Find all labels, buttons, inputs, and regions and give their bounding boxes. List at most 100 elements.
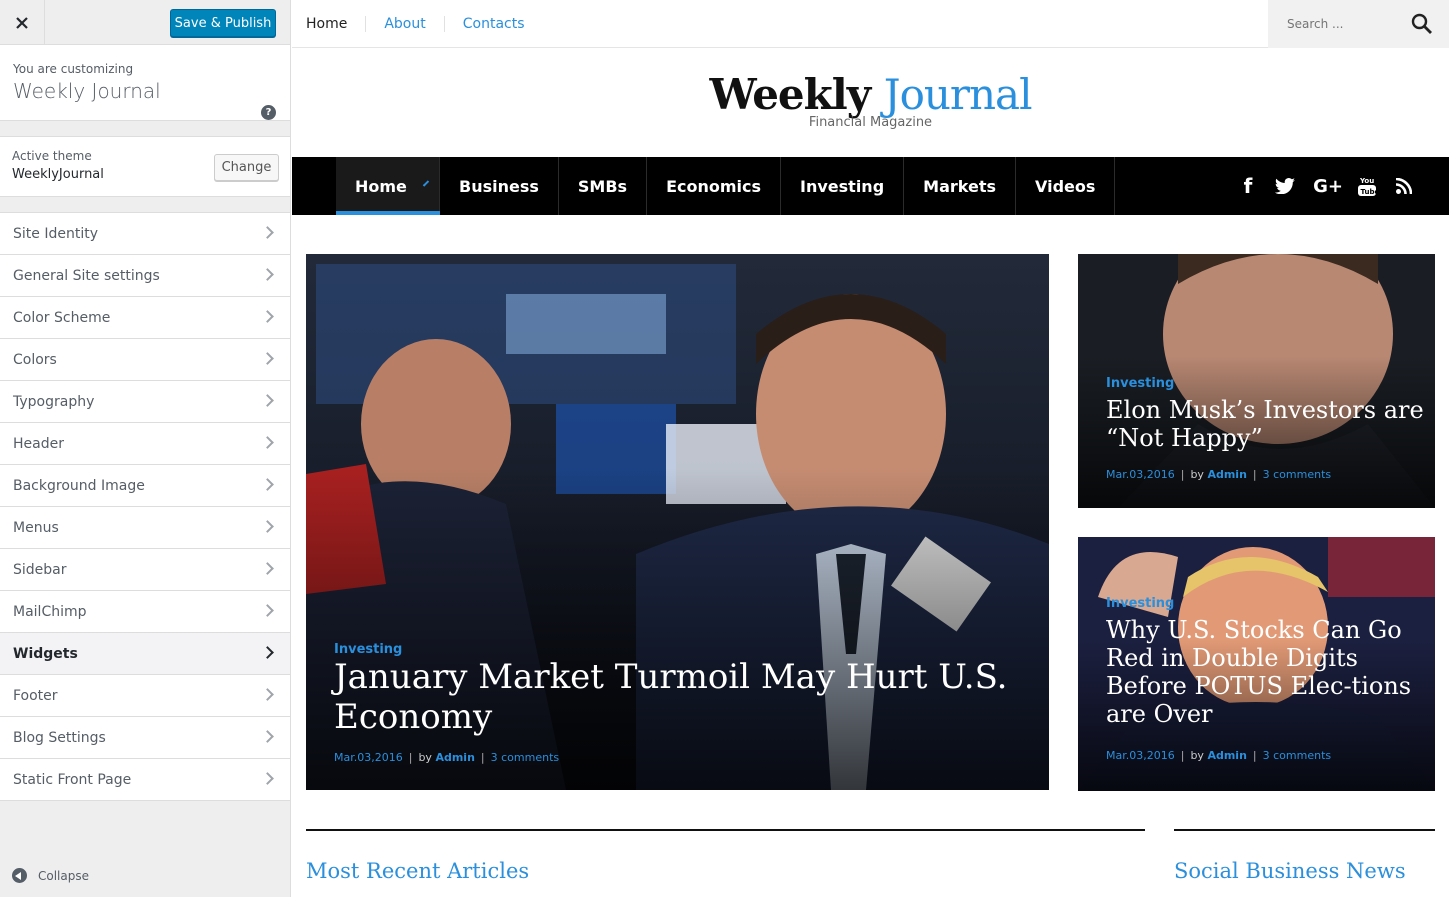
site-tagline: Financial Magazine xyxy=(808,115,933,130)
customizer-sections: Site Identity General Site settings Colo… xyxy=(0,212,290,801)
article-category[interactable]: Investing xyxy=(1106,376,1174,391)
article-meta: Mar.03,2016 | by Admin | 3 comments xyxy=(334,751,560,764)
chevron-right-icon xyxy=(261,562,274,575)
article-comments[interactable]: 3 comments xyxy=(1263,468,1332,481)
section-label: Blog Settings xyxy=(13,729,106,746)
close-icon[interactable] xyxy=(0,0,45,45)
article-title[interactable]: January Market Turmoil May Hurt U.S. Eco… xyxy=(334,657,1024,738)
nav-videos[interactable]: Videos xyxy=(1016,157,1116,215)
nav-markets[interactable]: Markets xyxy=(904,157,1016,215)
section-label: Color Scheme xyxy=(13,309,111,326)
side-article-card[interactable]: Investing Elon Musk’s Investors are “Not… xyxy=(1078,254,1435,508)
section-heading: Social Business News xyxy=(1174,859,1406,883)
article-category[interactable]: Investing xyxy=(334,642,402,657)
section-label: Background Image xyxy=(13,477,145,494)
customizing-label: You are customizing xyxy=(13,62,134,76)
section-label: MailChimp xyxy=(13,603,87,620)
youtube-icon[interactable]: You Tube xyxy=(1357,175,1377,197)
chevron-right-icon xyxy=(261,436,274,449)
svg-text:You: You xyxy=(1359,177,1374,185)
article-author[interactable]: Admin xyxy=(1207,749,1246,762)
save-publish-button[interactable]: Save & Publish xyxy=(170,9,276,37)
section-menus[interactable]: Menus xyxy=(0,507,290,549)
nav-label: SMBs xyxy=(577,176,628,196)
section-header[interactable]: Header xyxy=(0,423,290,465)
section-widgets[interactable]: Widgets xyxy=(0,633,290,675)
article-by: by xyxy=(1190,468,1204,481)
nav-label: Markets xyxy=(923,176,996,196)
customizer-header: Save & Publish xyxy=(0,0,290,45)
section-site-identity[interactable]: Site Identity xyxy=(0,213,290,255)
chevron-right-icon xyxy=(261,772,274,785)
section-blog-settings[interactable]: Blog Settings xyxy=(0,717,290,759)
collapse-arrow-icon xyxy=(12,868,27,883)
google-plus-icon[interactable]: G+ xyxy=(1313,176,1343,197)
article-comments[interactable]: 3 comments xyxy=(1263,749,1332,762)
facebook-icon[interactable]: f xyxy=(1239,174,1257,198)
article-meta: Mar.03,2016 | by Admin | 3 comments xyxy=(1106,749,1332,762)
social-links: f G+ You Tube xyxy=(1239,157,1413,215)
section-typography[interactable]: Typography xyxy=(0,381,290,423)
nav-smbs[interactable]: SMBs xyxy=(559,157,648,215)
collapse-button[interactable]: Collapse xyxy=(12,868,89,883)
article-author[interactable]: Admin xyxy=(435,751,474,764)
site-logo[interactable]: Weekly Journal Financial Magazine xyxy=(292,70,1449,130)
nav-home[interactable]: Home xyxy=(336,157,440,215)
article-title[interactable]: Why U.S. Stocks Can Go Red in Double Dig… xyxy=(1106,616,1426,728)
section-label: Static Front Page xyxy=(13,771,132,788)
section-static-front-page[interactable]: Static Front Page xyxy=(0,759,290,801)
article-comments[interactable]: 3 comments xyxy=(491,751,560,764)
article-author[interactable]: Admin xyxy=(1207,468,1246,481)
change-theme-button[interactable]: Change xyxy=(214,154,279,181)
article-date: Mar.03,2016 xyxy=(1106,468,1175,481)
site-preview: Home About Contacts Weekly Journal Finan… xyxy=(292,0,1449,897)
section-colors[interactable]: Colors xyxy=(0,339,290,381)
section-label: Typography xyxy=(13,393,95,410)
top-nav-about[interactable]: About xyxy=(365,16,443,32)
main-nav: Home Business SMBs Economics Investing M… xyxy=(292,157,1449,215)
chevron-right-icon xyxy=(261,226,274,239)
side-article-card[interactable]: Investing Why U.S. Stocks Can Go Red in … xyxy=(1078,537,1435,791)
help-icon[interactable]: ? xyxy=(261,105,276,120)
search-box xyxy=(1268,0,1449,48)
top-nav-contacts[interactable]: Contacts xyxy=(443,16,543,32)
nav-economics[interactable]: Economics xyxy=(647,157,782,215)
section-footer[interactable]: Footer xyxy=(0,675,290,717)
logo-word-journal: Journal xyxy=(883,70,1033,119)
section-sidebar[interactable]: Sidebar xyxy=(0,549,290,591)
article-date: Mar.03,2016 xyxy=(1106,749,1175,762)
search-input[interactable] xyxy=(1268,0,1388,48)
featured-article-card[interactable]: Investing January Market Turmoil May Hur… xyxy=(306,254,1049,790)
top-nav: Home About Contacts xyxy=(292,0,543,48)
section-color-scheme[interactable]: Color Scheme xyxy=(0,297,290,339)
twitter-icon[interactable] xyxy=(1274,178,1296,194)
section-mailchimp[interactable]: MailChimp xyxy=(0,591,290,633)
section-heading: Most Recent Articles xyxy=(306,859,530,883)
top-nav-home[interactable]: Home xyxy=(292,16,365,32)
chevron-right-icon xyxy=(261,310,274,323)
section-most-recent: Most Recent Articles xyxy=(306,829,1145,897)
article-meta: Mar.03,2016 | by Admin | 3 comments xyxy=(1106,468,1332,481)
article-by: by xyxy=(418,751,432,764)
section-background-image[interactable]: Background Image xyxy=(0,465,290,507)
nav-label: Business xyxy=(459,176,539,196)
chevron-down-icon xyxy=(422,180,430,187)
rss-icon[interactable] xyxy=(1395,178,1413,194)
article-title[interactable]: Elon Musk’s Investors are “Not Happy” xyxy=(1106,396,1426,452)
section-label: Widgets xyxy=(13,645,78,662)
article-date: Mar.03,2016 xyxy=(334,751,403,764)
article-category[interactable]: Investing xyxy=(1106,596,1174,611)
chevron-right-icon xyxy=(261,646,274,659)
section-general-site-settings[interactable]: General Site settings xyxy=(0,255,290,297)
chevron-right-icon xyxy=(261,394,274,407)
nav-investing[interactable]: Investing xyxy=(781,157,905,215)
top-bar: Home About Contacts xyxy=(292,0,1449,48)
section-label: Footer xyxy=(13,687,58,704)
chevron-right-icon xyxy=(261,688,274,701)
search-icon[interactable] xyxy=(1411,13,1433,35)
section-label: Colors xyxy=(13,351,57,368)
nav-business[interactable]: Business xyxy=(440,157,559,215)
section-label: Menus xyxy=(13,519,59,536)
nav-label: Videos xyxy=(1034,176,1096,196)
customizing-info: You are customizing Weekly Journal ? xyxy=(0,45,290,121)
